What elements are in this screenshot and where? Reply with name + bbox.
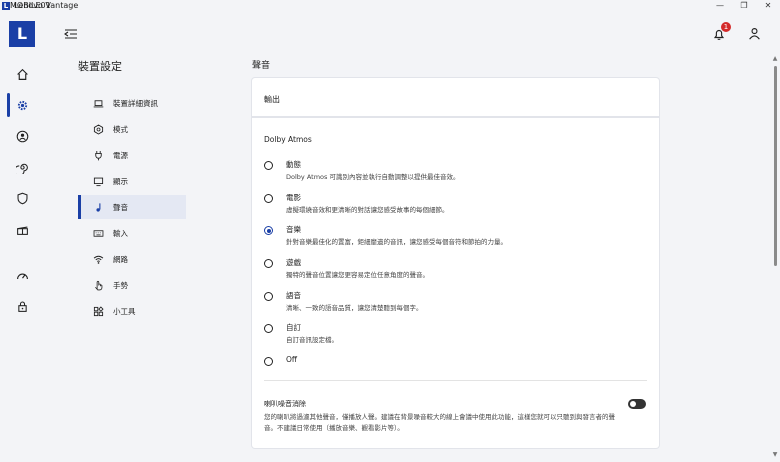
minimize-button[interactable]: — (712, 0, 728, 12)
plug-icon (94, 150, 102, 160)
rail-security[interactable] (0, 186, 44, 210)
radio-button[interactable] (264, 194, 273, 203)
hand-icon (94, 280, 102, 290)
option-label: Off (286, 355, 298, 364)
watermark: MOBILE01 (10, 1, 51, 10)
keyboard-icon (93, 229, 103, 237)
radio-button-selected[interactable] (264, 226, 273, 235)
option-label: 音樂 (286, 225, 301, 234)
lenovo-logo: L (9, 21, 35, 47)
rail-home[interactable] (0, 62, 44, 86)
nav-item-label: 電源 (113, 150, 128, 160)
radio-button[interactable] (264, 161, 273, 170)
divider (264, 380, 647, 381)
option-description: Dolby Atmos 可識別內容並執行自動調整以提供最佳音效。 (286, 173, 460, 181)
wifi-icon (93, 255, 103, 264)
hexagon-icon (93, 124, 103, 134)
nav-item-power[interactable]: 電源 (78, 143, 186, 167)
apps-icon (93, 305, 104, 316)
app-rail: L (0, 12, 44, 462)
noise-cancel-toggle[interactable] (628, 399, 646, 409)
user-icon[interactable] (748, 27, 761, 40)
nav-item-label: 輸入 (113, 228, 128, 238)
laptop-icon (93, 99, 103, 107)
shield-icon (17, 192, 27, 204)
rail-gift[interactable] (0, 217, 44, 241)
nav-item-gestures[interactable]: 手勢 (78, 273, 186, 297)
nav-item-label: 顯示 (113, 176, 128, 186)
option-description: 自訂音訊設定檔。 (286, 336, 338, 344)
sound-settings-card: Dolby Atmos 動態 Dolby Atmos 可識別內容並執行自動調整以… (252, 118, 659, 448)
dolby-atmos-title: Dolby Atmos (264, 135, 312, 144)
option-description: 清晰、一致的語音品質，讓您清楚聽到每個字。 (286, 304, 423, 312)
gear-icon (17, 100, 27, 110)
close-button[interactable]: ✕ (760, 0, 776, 12)
app-logo-small: L (2, 2, 10, 10)
option-description: 針對音樂最佳化的置富，鉅細靡遺的音訊，讓您感受每個音符和節拍的力量。 (286, 238, 507, 246)
option-label: 語音 (286, 291, 301, 300)
nav-item-input[interactable]: 輸入 (78, 221, 186, 245)
title-bar: L Lenovo Vantage — ❐ ✕ (0, 0, 780, 12)
nav-item-label: 手勢 (113, 280, 128, 290)
rail-performance[interactable] (0, 155, 44, 179)
scroll-up-arrow[interactable]: ▲ (772, 56, 778, 62)
notification-badge: 1 (721, 22, 731, 32)
lock-icon (17, 301, 27, 312)
nav-item-device-details[interactable]: 裝置詳細資訊 (78, 91, 186, 115)
rail-dashboard[interactable] (0, 264, 44, 288)
option-label: 電影 (286, 193, 301, 202)
option-label: 遊戲 (286, 258, 301, 267)
noise-cancel-description: 您的喇叭將過濾其他聲音，僅播放人聲。建議在背景噪音較大的線上會議中使用此功能，這… (264, 413, 615, 432)
maximize-button[interactable]: ❐ (736, 0, 752, 12)
option-description: 獨特的聲音位置讓您更容易定位任意角度的聲音。 (286, 271, 429, 279)
gift-icon (16, 226, 28, 235)
music-note-icon (95, 202, 100, 212)
scroll-down-arrow[interactable]: ▼ (772, 452, 778, 458)
speedometer-icon (16, 273, 28, 279)
nav-item-label: 聲音 (113, 202, 128, 212)
nav-item-display[interactable]: 顯示 (78, 169, 186, 193)
radio-button[interactable] (264, 357, 273, 366)
section-title: 聲音 (252, 61, 271, 71)
rail-account[interactable] (0, 124, 44, 148)
rail-settings[interactable] (0, 93, 44, 117)
settings-nav-title: 裝置設定 (78, 60, 122, 73)
option-label: 動態 (286, 160, 301, 169)
nav-item-label: 小工具 (113, 306, 136, 316)
nav-item-network[interactable]: 網路 (78, 247, 186, 271)
nav-item-label: 模式 (113, 124, 128, 134)
nav-item-label: 裝置詳細資訊 (113, 98, 158, 108)
radio-button[interactable] (264, 259, 273, 268)
account-icon (16, 130, 28, 142)
output-header-card: 輸出 (252, 78, 659, 116)
rail-lock[interactable] (0, 294, 44, 318)
radio-button[interactable] (264, 292, 273, 301)
radio-button[interactable] (264, 324, 273, 333)
collapse-menu-icon[interactable] (64, 28, 78, 40)
option-description: 虛擬環繞音效和更清晰的對話讓您感受故事的每個細節。 (286, 206, 449, 214)
option-label: 自訂 (286, 323, 301, 332)
home-icon (16, 68, 28, 80)
noise-cancel-title: 喇叭噪音消除 (264, 400, 306, 408)
monitor-icon (93, 177, 103, 186)
nav-item-label: 網路 (113, 254, 128, 264)
nav-item-mode[interactable]: 模式 (78, 117, 186, 141)
nav-item-sound[interactable]: 聲音 (78, 195, 186, 219)
spiral-icon (15, 163, 28, 174)
scrollbar-thumb[interactable] (774, 66, 777, 266)
nav-item-widgets[interactable]: 小工具 (78, 299, 186, 323)
output-header: 輸出 (264, 95, 280, 104)
